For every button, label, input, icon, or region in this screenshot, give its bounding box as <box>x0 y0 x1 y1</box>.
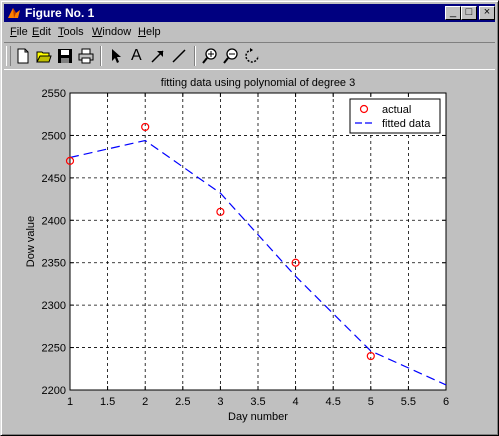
menu-edit[interactable]: Edit <box>32 26 51 38</box>
zoom-in-icon <box>202 48 217 64</box>
toolbar-separator <box>194 46 196 66</box>
y-tick-label: 2450 <box>42 173 66 185</box>
maximize-button[interactable]: □ <box>461 6 477 20</box>
minimize-icon: _ <box>449 6 457 18</box>
toolbar: A <box>4 42 495 70</box>
arrow-tool-icon <box>151 50 164 63</box>
print-button[interactable] <box>76 46 96 66</box>
x-tick-label: 2.5 <box>175 396 190 408</box>
new-file-button[interactable] <box>13 46 33 66</box>
x-tick-label: 5 <box>368 396 374 408</box>
x-tick-label: 5.5 <box>401 396 416 408</box>
arrow-cursor-icon <box>112 49 121 63</box>
zoom-out-icon <box>223 48 238 64</box>
line-tool-icon <box>172 49 186 63</box>
insert-text-button[interactable]: A <box>127 46 147 66</box>
zoom-out-button[interactable] <box>221 46 241 66</box>
close-icon: × <box>483 6 491 18</box>
figure-window: Figure No. 1 _ □ × File Edit Tools Windo… <box>0 0 499 436</box>
chart-title: fitting data using polynomial of degree … <box>161 77 355 89</box>
x-tick-label: 4 <box>293 396 299 408</box>
select-button[interactable] <box>106 46 126 66</box>
x-axis-label: Day number <box>228 411 288 423</box>
chart-plot: 1 1.5 2 2.5 3 3.5 4 4.5 5 5.5 6 2200 2250 2300 2350 240… <box>25 77 449 423</box>
text-tool-icon: A <box>131 47 142 64</box>
zoom-in-button[interactable] <box>200 46 220 66</box>
title-bar[interactable]: Figure No. 1 _ □ × <box>4 4 495 22</box>
y-tick-label: 2300 <box>42 300 66 312</box>
minimize-button[interactable]: _ <box>445 6 461 20</box>
y-tick-label: 2350 <box>42 258 66 270</box>
menu-bar: File Edit Tools Window Help <box>4 23 495 41</box>
y-tick-label: 2500 <box>42 130 66 142</box>
new-file-icon <box>17 48 29 64</box>
toolbar-grip[interactable] <box>6 46 11 66</box>
window-title: Figure No. 1 <box>25 6 95 20</box>
y-axis-label: Dow value <box>25 216 37 267</box>
x-tick-label: 1.5 <box>100 396 115 408</box>
rotate-button[interactable] <box>242 46 262 66</box>
y-tick-label: 2550 <box>42 88 66 100</box>
maximize-icon: □ <box>465 6 473 18</box>
open-folder-icon <box>36 51 52 63</box>
figure-canvas[interactable]: 1 1.5 2 2.5 3 3.5 4 4.5 5 5.5 6 2200 2250 2300 2350 240… <box>4 70 495 432</box>
print-icon <box>78 48 94 64</box>
x-tick-label: 3 <box>217 396 223 408</box>
save-button[interactable] <box>55 46 75 66</box>
save-icon <box>58 49 72 63</box>
x-tick-label: 4.5 <box>326 396 341 408</box>
x-tick-label: 1 <box>67 396 73 408</box>
matlab-logo-icon <box>8 8 20 18</box>
menu-tools[interactable]: Tools <box>58 26 84 38</box>
insert-arrow-button[interactable] <box>148 46 168 66</box>
close-button[interactable]: × <box>479 6 495 20</box>
menu-help[interactable]: Help <box>138 26 161 38</box>
insert-line-button[interactable] <box>169 46 189 66</box>
y-tick-label: 2250 <box>42 343 66 355</box>
y-tick-label: 2200 <box>42 385 66 397</box>
legend-label: fitted data <box>382 118 431 130</box>
x-tick-label: 2 <box>142 396 148 408</box>
legend-label: actual <box>382 104 411 116</box>
menu-file[interactable]: File <box>10 26 28 38</box>
x-tick-label: 3.5 <box>250 396 265 408</box>
x-tick-label: 6 <box>443 396 449 408</box>
menu-window[interactable]: Window <box>92 26 131 38</box>
open-button[interactable] <box>34 46 54 66</box>
y-tick-label: 2400 <box>42 215 66 227</box>
toolbar-separator <box>100 46 102 66</box>
rotate-icon <box>245 48 259 63</box>
